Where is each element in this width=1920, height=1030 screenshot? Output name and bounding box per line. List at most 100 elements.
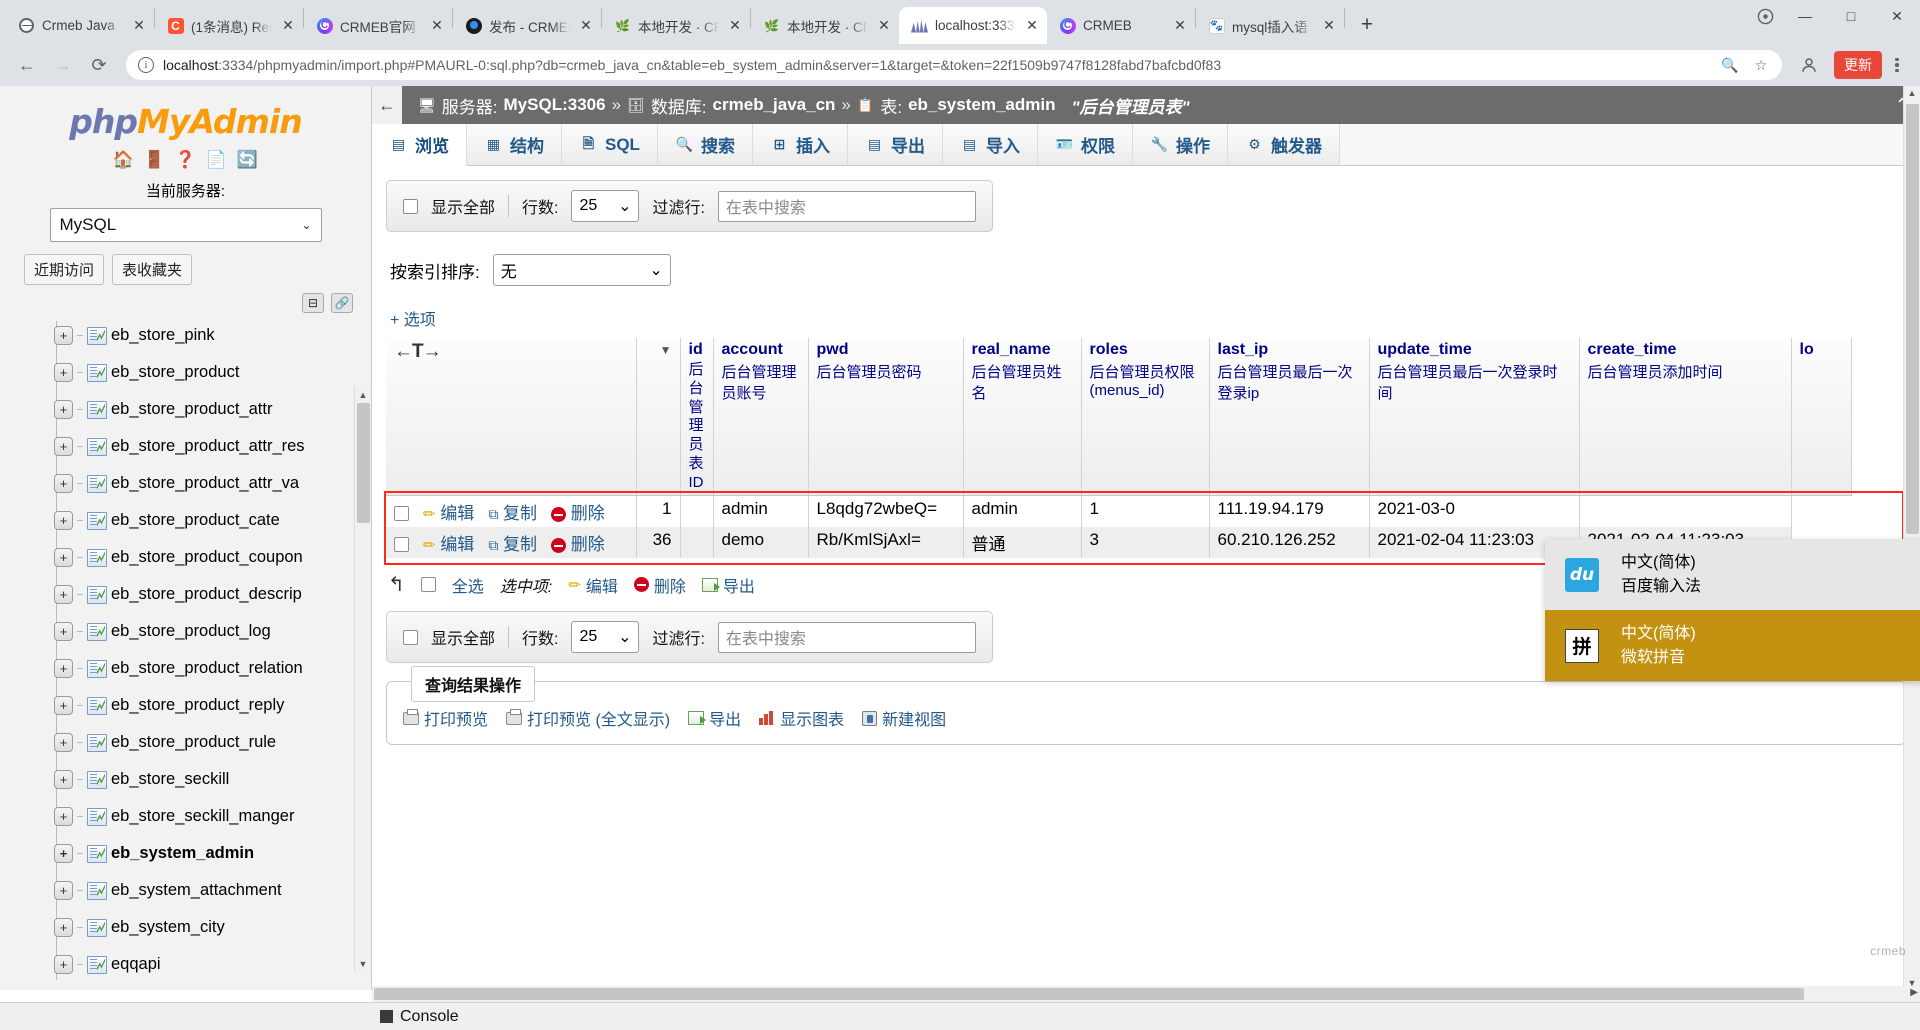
expand-icon[interactable]: + [54,400,73,419]
browser-tab[interactable]: C CRMEB官网 - ✕ [304,7,452,44]
expand-icon[interactable]: + [54,844,73,863]
back-arrow-icon[interactable]: ← [372,86,402,124]
sidebar-table-item[interactable]: + eb_store_product_relation [30,650,371,687]
tab-权限[interactable]: 🪪 权限 [1037,124,1133,165]
show-chart-button[interactable]: 显示图表 [759,706,844,730]
expand-icon[interactable]: + [54,511,73,530]
row-copy-button[interactable]: ⧉ 复制 [488,535,537,554]
sort-by-index-select[interactable]: 无 ⌄ [492,254,671,286]
tab-浏览[interactable]: ▤ 浏览 [372,124,467,166]
scroll-down-icon[interactable]: ▼ [355,955,371,972]
breadcrumb-server-name[interactable]: MySQL:3306 [504,95,606,115]
recent-tables-button[interactable]: 近期访问 [24,254,105,285]
select-all-checkbox[interactable] [420,577,436,593]
new-tab-button[interactable]: + [1351,9,1383,41]
expand-icon[interactable]: + [54,363,73,382]
console-button[interactable]: Console [380,1008,459,1026]
bulk-delete-button[interactable]: 删除 [633,573,686,597]
browser-tab[interactable]: C CRMEB ✕ [1047,7,1195,44]
home-icon[interactable]: 🏠 [113,149,135,171]
browser-tab-active[interactable]: localhost:333 ✕ [899,7,1047,44]
filter-input-top[interactable]: 在表中搜索 [717,190,976,222]
ime-option-microsoft-pinyin[interactable]: 拼 中文(简体) 微软拼音 [1545,610,1920,682]
options-link[interactable]: + 选项 [390,306,1920,330]
caret-down-icon[interactable]: ▼ [660,343,672,357]
expand-icon[interactable]: + [54,770,73,789]
sidebar-table-item[interactable]: + eb_store_seckill [30,761,371,798]
close-icon[interactable]: ✕ [279,17,297,35]
sidebar-table-item[interactable]: + eb_store_product_rule [30,724,371,761]
forward-icon[interactable]: → [46,48,80,82]
tab-导入[interactable]: ▤ 导入 [942,124,1038,165]
close-icon[interactable]: ✕ [1320,17,1338,35]
create-view-button[interactable]: 新建视图 [862,706,946,730]
expand-icon[interactable]: + [54,955,73,974]
column-header-real-name[interactable]: real_name 后台管理员姓名 [963,338,1082,497]
close-icon[interactable]: ✕ [726,17,744,35]
sidebar-table-item[interactable]: + eb_store_product_descrip [30,576,371,613]
close-icon[interactable]: ✕ [428,17,446,35]
sort-caret-cell[interactable]: ▼ [636,338,681,497]
scrollbar-thumb[interactable] [1906,104,1919,534]
sidebar-table-item[interactable]: + eb_store_product [30,354,371,391]
browser-tab[interactable]: C (1条消息) Red ✕ [155,7,303,44]
expand-icon[interactable]: + [54,437,73,456]
tab-结构[interactable]: ▦ 结构 [467,124,562,165]
print-preview-button[interactable]: 打印预览 [403,706,488,730]
nav-arrows[interactable]: ←T→ [394,341,442,362]
print-preview-full-button[interactable]: 打印预览 (全文显示) [506,706,670,730]
column-header-pwd[interactable]: pwd 后台管理员密码 [808,338,964,497]
close-icon[interactable]: ✕ [875,17,893,35]
tab-操作[interactable]: 🔧 操作 [1132,124,1228,165]
logout-icon[interactable]: 🚪 [144,149,166,171]
expand-icon[interactable]: + [54,585,73,604]
expand-icon[interactable]: + [54,807,73,826]
sidebar-table-item[interactable]: + eb_system_city [30,909,371,946]
minimize-button[interactable]: — [1782,0,1828,32]
sidebar-table-item[interactable]: + eb_store_product_attr [30,391,371,428]
ime-option-baidu[interactable]: du 中文(简体) 百度输入法 [1545,539,1920,611]
column-header-last-ip[interactable]: last_ip 后台管理员最后一次登录ip [1209,338,1370,497]
select-all-link[interactable]: 全选 [452,573,484,597]
help-icon[interactable]: ❓ [175,149,197,171]
show-all-checkbox-bottom[interactable] [403,629,418,645]
docs-icon[interactable]: 📄 [206,149,228,171]
column-header-id[interactable]: id 后台管理员表ID [680,338,714,497]
row-delete-button[interactable]: 删除 [551,504,605,523]
scroll-right-icon[interactable]: ▶ [1910,987,1918,998]
star-icon[interactable]: ☆ [1750,54,1772,76]
browser-tab[interactable]: 🐾 mysql插入语 ✕ [1196,7,1344,44]
breadcrumb-table-name[interactable]: eb_system_admin [908,95,1055,115]
horizontal-scrollbar[interactable]: ▶ [372,986,1920,1002]
tab-SQL[interactable]: 🗎 SQL [562,124,658,165]
show-all-checkbox-top[interactable] [403,198,418,214]
scroll-up-icon[interactable]: ▲ [355,386,371,403]
sidebar-scrollbar[interactable]: ▲ ▼ [354,386,371,972]
sidebar-table-item[interactable]: + eb_system_attachment [30,872,371,909]
expand-icon[interactable]: + [54,733,73,752]
expand-icon[interactable]: + [54,881,73,900]
expand-icon[interactable]: + [54,326,73,345]
tab-插入[interactable]: ⊞ 插入 [752,124,848,165]
reload-icon[interactable]: 🔄 [237,149,259,171]
tab-触发器[interactable]: ⚙ 触发器 [1227,124,1340,165]
expand-icon[interactable]: + [54,548,73,567]
table-row[interactable]: ✏ 编辑 ⧉ 复制 删除 1 admin L8qdg72wbeQ= admin 1 111.1… [386,495,1851,528]
ime-switcher-popup[interactable]: du 中文(简体) 百度输入法 拼 中文(简体) 微软拼音 [1545,539,1920,682]
tab-导出[interactable]: ▤ 导出 [847,124,943,165]
browser-tab[interactable]: 🌿 本地开发 · CR ✕ [751,7,899,44]
arrow-up-icon[interactable]: ↰ [388,572,405,597]
row-edit-button[interactable]: ✏ 编辑 [423,535,474,554]
sidebar-table-item[interactable]: + eqqapi [30,946,371,983]
row-copy-button[interactable]: ⧉ 复制 [488,504,537,523]
scrollbar-thumb[interactable] [374,988,1804,1000]
expand-icon[interactable]: + [54,474,73,493]
sidebar-table-item[interactable]: + eb_store_product_coupon [30,539,371,576]
sidebar-table-item[interactable]: + eb_store_product_attr_va [30,465,371,502]
extension-icon[interactable] [1748,0,1782,32]
site-info-icon[interactable]: i [138,57,154,73]
back-icon[interactable]: ← [10,48,44,82]
sidebar-table-item[interactable]: + eb_store_product_cate [30,502,371,539]
sidebar-table-item[interactable]: + eb_store_product_log [30,613,371,650]
filter-input-bottom[interactable]: 在表中搜索 [717,621,976,653]
